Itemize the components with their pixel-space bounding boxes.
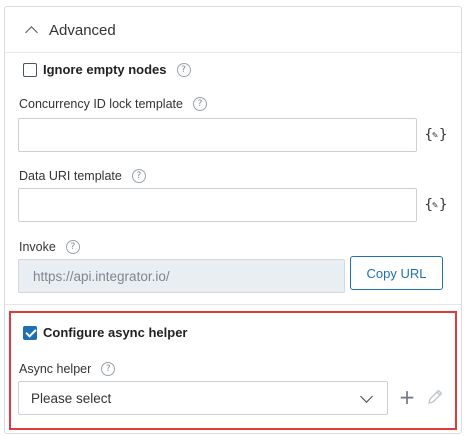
help-icon[interactable]: ? (131, 169, 146, 183)
braces-pencil-icon[interactable]: {✎} (424, 124, 448, 146)
pencil-icon-svg (428, 389, 443, 404)
panel-title: Advanced (49, 22, 116, 39)
braces-pencil-icon[interactable]: {✎} (424, 194, 448, 216)
ignore-empty-nodes-checkbox[interactable] (23, 62, 37, 77)
ignore-empty-nodes-label: Ignore empty nodes (43, 62, 167, 77)
data-uri-input[interactable] (18, 188, 417, 222)
async-helper-selected-value: Please select (31, 390, 112, 406)
concurrency-lock-input[interactable] (18, 118, 417, 152)
async-helper-label: Async helper (19, 362, 92, 376)
concurrency-lock-label-row: Concurrency ID lock template ? (19, 97, 207, 111)
help-icon[interactable]: ? (192, 97, 207, 111)
configure-async-helper-row: Configure async helper (23, 325, 187, 340)
async-helper-label-row: Async helper ? (19, 362, 116, 376)
advanced-panel-header[interactable]: Advanced (5, 7, 461, 53)
help-icon[interactable]: ? (176, 62, 191, 77)
copy-url-button[interactable]: Copy URL (350, 256, 443, 290)
help-icon[interactable]: ? (65, 240, 80, 254)
configure-async-helper-label: Configure async helper (43, 325, 188, 340)
async-helper-select[interactable]: Please select (18, 381, 388, 415)
invoke-label: Invoke (19, 240, 56, 254)
pencil-icon[interactable] (424, 386, 446, 408)
concurrency-lock-label: Concurrency ID lock template (19, 97, 183, 111)
plus-icon[interactable]: + (398, 385, 416, 409)
invoke-label-row: Invoke ? (19, 240, 80, 254)
data-uri-label: Data URI template (19, 169, 122, 183)
chevron-up-icon[interactable] (25, 26, 38, 39)
configure-async-helper-checkbox[interactable] (23, 325, 37, 340)
chevron-down-icon[interactable] (360, 390, 373, 403)
data-uri-label-row: Data URI template ? (19, 169, 146, 183)
help-icon[interactable]: ? (101, 362, 116, 376)
invoke-url-field: https://api.integrator.io/ (18, 259, 345, 293)
section-divider (5, 304, 461, 305)
ignore-empty-nodes-row: Ignore empty nodes ? (23, 62, 191, 77)
